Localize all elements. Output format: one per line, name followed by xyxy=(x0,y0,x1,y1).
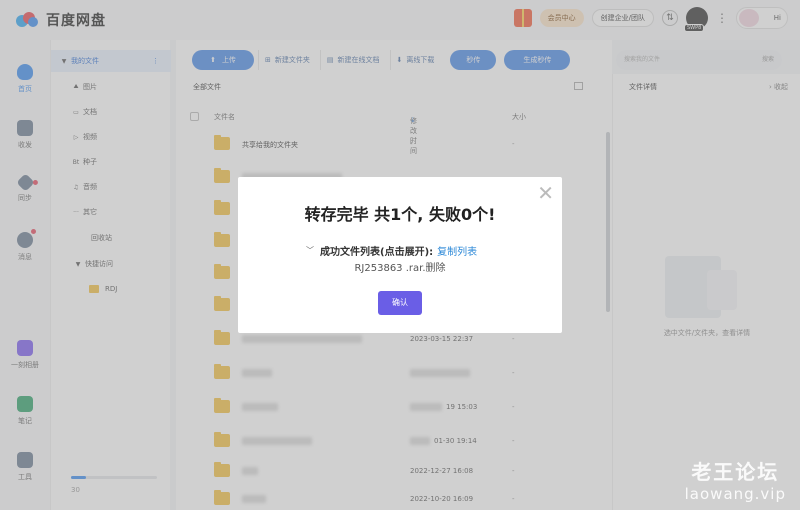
watermark-cn: 老王论坛 xyxy=(691,460,780,484)
watermark: 老王论坛 laowang.vip xyxy=(685,456,786,503)
watermark-en: laowang.vip xyxy=(684,485,786,503)
chevron-down-icon: ﹀ xyxy=(306,246,314,255)
transfer-result-dialog: ✕ 转存完毕 共1个, 失败0个! ﹀ 成功文件列表(点击展开): 复制列表 R… xyxy=(238,177,562,333)
dialog-title: 转存完毕 共1个, 失败0个! xyxy=(304,205,496,224)
file-list-toggle[interactable]: ﹀ 成功文件列表(点击展开): 复制列表 xyxy=(306,243,477,258)
copy-list-link[interactable]: 复制列表 xyxy=(437,243,477,258)
close-icon[interactable]: ✕ xyxy=(537,183,554,203)
confirm-button[interactable]: 确认 xyxy=(378,291,422,315)
transferred-file-name: RJ253863 .rar.删除 xyxy=(354,263,446,274)
file-list-label: 成功文件列表(点击展开): xyxy=(320,247,434,258)
